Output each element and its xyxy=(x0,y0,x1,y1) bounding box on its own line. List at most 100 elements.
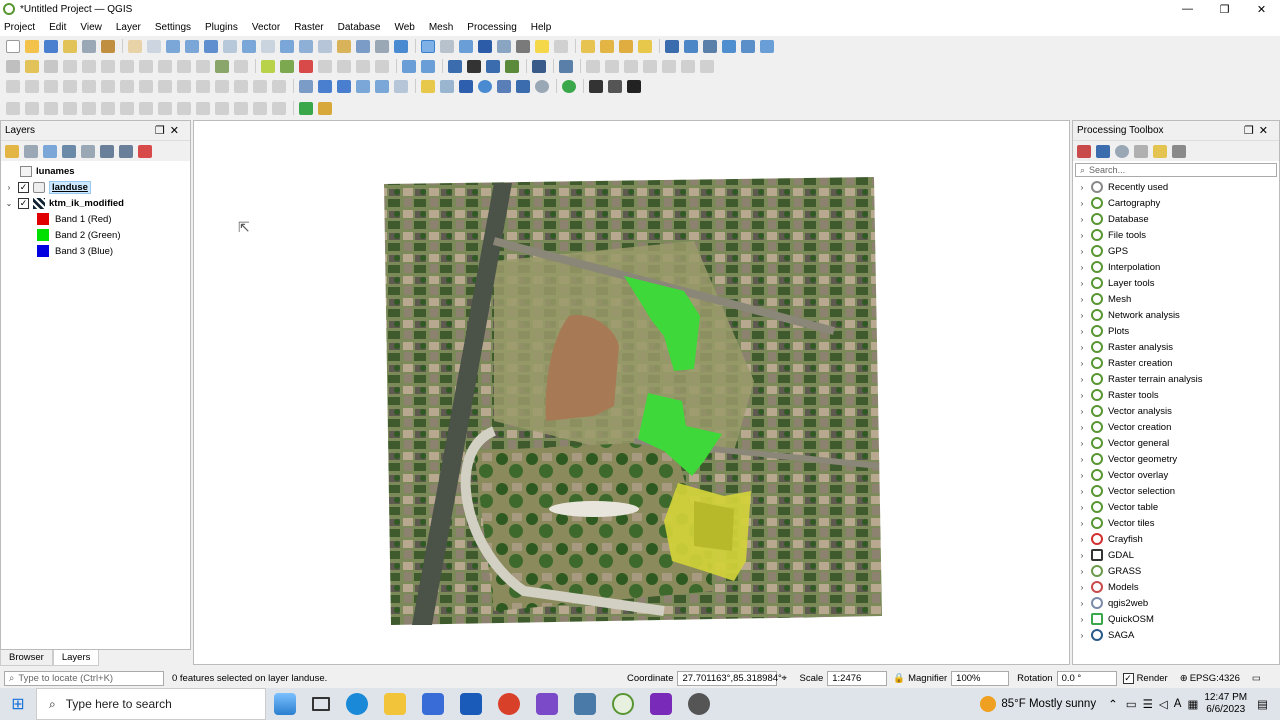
topology-checker-icon[interactable] xyxy=(760,39,774,53)
fill-ring-icon[interactable] xyxy=(158,79,172,93)
crayfish-icon[interactable] xyxy=(318,101,332,115)
processing-search-input[interactable]: ⌕ Search... xyxy=(1075,163,1277,177)
provider-vector-creation[interactable]: › Vector creation xyxy=(1073,419,1279,435)
show-bookmarks-icon[interactable] xyxy=(356,39,370,53)
delete-icon[interactable] xyxy=(101,59,115,73)
manage-themes-icon[interactable] xyxy=(43,144,57,158)
mesh-redo-icon[interactable] xyxy=(158,101,172,115)
clock[interactable]: 12:47 PM 6/6/2023 xyxy=(1204,692,1247,716)
scale-feature-icon[interactable] xyxy=(394,79,408,93)
menu-project[interactable]: Project xyxy=(4,22,35,33)
lock-scale-icon[interactable] xyxy=(589,79,603,93)
menu-raster[interactable]: Raster xyxy=(294,22,323,33)
redo-icon[interactable] xyxy=(196,59,210,73)
label-change-icon[interactable] xyxy=(375,59,389,73)
undo-icon[interactable] xyxy=(177,59,191,73)
add-group-icon[interactable] xyxy=(24,144,38,158)
measure-icon[interactable] xyxy=(497,39,511,53)
curve-icon[interactable] xyxy=(234,79,248,93)
close-button[interactable]: ✕ xyxy=(1243,0,1280,18)
expand-all-icon[interactable] xyxy=(100,144,114,158)
menu-plugins[interactable]: Plugins xyxy=(205,22,238,33)
provider-raster-terrain-analysis[interactable]: › Raster terrain analysis xyxy=(1073,371,1279,387)
pan-icon[interactable] xyxy=(128,39,142,53)
label-pin-icon[interactable] xyxy=(280,59,294,73)
provider-cartography[interactable]: › Cartography xyxy=(1073,195,1279,211)
layer-row-ktm-ik-modified[interactable]: ⌄ ✓ ktm_ik_modified xyxy=(1,195,190,211)
models-icon[interactable] xyxy=(1077,144,1091,158)
mesh-reindex-icon[interactable] xyxy=(120,101,134,115)
link-icon[interactable] xyxy=(448,59,462,73)
provider-saga[interactable]: › SAGA xyxy=(1073,627,1279,643)
task-view-icon[interactable] xyxy=(312,697,330,711)
zoom-next-icon[interactable] xyxy=(299,39,313,53)
notifications-icon[interactable]: ▤ xyxy=(1257,697,1268,711)
open-project-icon[interactable] xyxy=(25,39,39,53)
delete-ring-icon[interactable] xyxy=(177,79,191,93)
attributes-icon[interactable] xyxy=(440,39,454,53)
menu-processing[interactable]: Processing xyxy=(467,22,516,33)
weather-icon[interactable] xyxy=(980,696,997,712)
find-tool-icon[interactable] xyxy=(421,59,435,73)
scripts-icon[interactable] xyxy=(1096,144,1110,158)
provider-vector-selection[interactable]: › Vector selection xyxy=(1073,483,1279,499)
provider-layer-tools[interactable]: › Layer tools xyxy=(1073,275,1279,291)
search-highlight-icon[interactable] xyxy=(274,693,296,715)
tab-layers[interactable]: Layers xyxy=(52,650,100,666)
mesh-delete-icon[interactable] xyxy=(177,101,191,115)
layer-visibility-checkbox[interactable]: ✓ xyxy=(18,181,29,193)
grass-tools-icon[interactable] xyxy=(722,39,736,53)
provider-raster-tools[interactable]: › Raster tools xyxy=(1073,387,1279,403)
crs-button[interactable]: EPSG:4326 xyxy=(1190,673,1240,684)
menu-edit[interactable]: Edit xyxy=(49,22,66,33)
mesh-face-icon[interactable] xyxy=(253,101,267,115)
rotate-feature-icon[interactable] xyxy=(605,59,619,73)
polygon-icon[interactable] xyxy=(82,79,96,93)
wms-icon[interactable] xyxy=(497,79,511,93)
provider-network-analysis[interactable]: › Network analysis xyxy=(1073,307,1279,323)
advanced-digitize-icon[interactable] xyxy=(586,59,600,73)
windows-start-icon[interactable]: ⊞ xyxy=(0,694,36,714)
label-highlight-icon[interactable] xyxy=(299,59,313,73)
app-icon-2[interactable] xyxy=(688,693,710,715)
filter-expression-icon[interactable] xyxy=(81,144,95,158)
menu-database[interactable]: Database xyxy=(338,22,381,33)
processing-history-icon[interactable] xyxy=(505,59,519,73)
reshape-icon[interactable] xyxy=(700,59,714,73)
tracing-icon[interactable] xyxy=(253,79,267,93)
provider-database[interactable]: › Database xyxy=(1073,211,1279,227)
split-parts-icon[interactable] xyxy=(215,79,229,93)
trim-icon[interactable] xyxy=(120,79,134,93)
rotation-spinbox[interactable]: 0.0 ° xyxy=(1056,670,1117,686)
zoom-in-icon[interactable] xyxy=(166,39,180,53)
zoom-selection-icon[interactable] xyxy=(223,39,237,53)
rectangle-icon[interactable] xyxy=(63,79,77,93)
onenote-icon[interactable] xyxy=(650,693,672,715)
cut-icon[interactable] xyxy=(120,59,134,73)
save-edits-icon[interactable] xyxy=(44,59,58,73)
simplify-icon[interactable] xyxy=(624,59,638,73)
measure-line-icon[interactable] xyxy=(421,79,435,93)
label-show-icon[interactable] xyxy=(318,59,332,73)
select-features-icon[interactable] xyxy=(581,39,595,53)
offset-icon[interactable] xyxy=(101,79,115,93)
history-icon[interactable] xyxy=(1115,144,1129,158)
statistics-icon[interactable] xyxy=(478,39,492,53)
mesh-edge-icon[interactable] xyxy=(272,101,286,115)
python-console-icon[interactable] xyxy=(665,39,679,53)
mesh-force-icon[interactable] xyxy=(101,101,115,115)
globe-icon[interactable] xyxy=(478,79,492,93)
copy-move-icon[interactable] xyxy=(375,79,389,93)
menu-settings[interactable]: Settings xyxy=(155,22,191,33)
move-feature-icon[interactable] xyxy=(356,79,370,93)
chrome-icon[interactable] xyxy=(498,693,520,715)
menu-view[interactable]: View xyxy=(80,22,102,33)
zoom-last-icon[interactable] xyxy=(280,39,294,53)
layer-visibility-checkbox[interactable]: ✓ xyxy=(18,197,29,209)
provider-grass[interactable]: › GRASS xyxy=(1073,563,1279,579)
provider-file-tools[interactable]: › File tools xyxy=(1073,227,1279,243)
provider-vector-overlay[interactable]: › Vector overlay xyxy=(1073,467,1279,483)
wfs-icon[interactable] xyxy=(516,79,530,93)
copy-icon[interactable] xyxy=(139,59,153,73)
edge-icon[interactable] xyxy=(346,693,368,715)
